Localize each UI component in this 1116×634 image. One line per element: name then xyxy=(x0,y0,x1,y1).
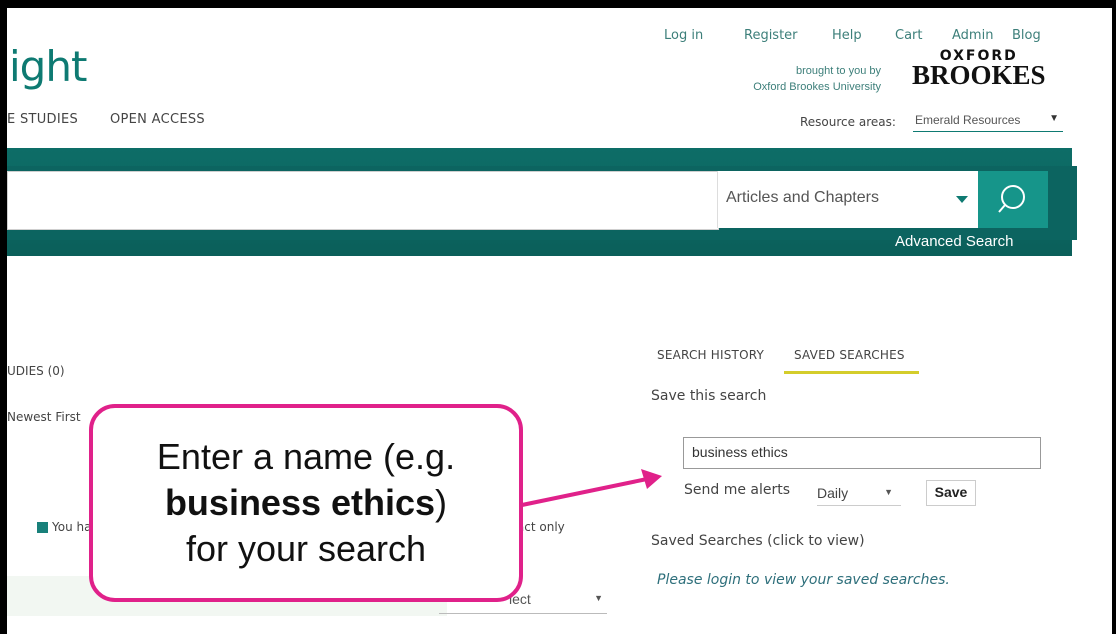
page: ight E STUDIES OPEN ACCESS Log in Regist… xyxy=(7,8,1112,634)
search-input[interactable] xyxy=(7,171,719,230)
access-legend-square xyxy=(37,522,48,533)
advanced-search-link[interactable]: Advanced Search xyxy=(895,233,1013,250)
access-legend-text: You ha xyxy=(52,520,92,534)
help-link[interactable]: Help xyxy=(832,28,862,43)
brought-to-you: brought to you by Oxford Brookes Univers… xyxy=(753,65,881,93)
chevron-down-icon: ▼ xyxy=(884,487,893,497)
save-button[interactable]: Save xyxy=(926,480,976,506)
oxford-brookes-logo: OXFORD BROOKES xyxy=(912,48,1046,90)
tab-saved-searches[interactable]: SAVED SEARCHES xyxy=(794,348,905,362)
callout-arrow-icon xyxy=(521,469,662,507)
instruction-callout: Enter a name (e.g. business ethics) for … xyxy=(89,404,523,602)
search-button[interactable] xyxy=(978,171,1048,228)
chevron-down-icon: ▼ xyxy=(594,593,603,603)
active-tab-underline xyxy=(784,371,919,374)
search-type-select[interactable]: Articles and Chapters xyxy=(717,171,978,228)
search-name-input[interactable]: business ethics xyxy=(683,437,1041,469)
site-logo[interactable]: ight xyxy=(9,42,87,91)
tab-search-history[interactable]: SEARCH HISTORY xyxy=(657,348,764,362)
saved-searches-heading: Saved Searches (click to view) xyxy=(651,533,865,549)
chevron-down-icon: ▼ xyxy=(1049,113,1059,124)
resource-areas-label: Resource areas: xyxy=(800,115,896,129)
send-alerts-label: Send me alerts xyxy=(684,482,791,498)
search-icon xyxy=(998,185,1025,213)
register-link[interactable]: Register xyxy=(744,28,798,43)
blog-link[interactable]: Blog xyxy=(1012,28,1041,43)
login-link[interactable]: Log in xyxy=(664,28,703,43)
nav-case-studies[interactable]: E STUDIES xyxy=(7,112,78,127)
caret-down-icon xyxy=(956,196,968,203)
login-prompt: Please login to view your saved searches… xyxy=(657,572,950,588)
sort-newest-first[interactable]: Newest First xyxy=(7,410,81,424)
case-studies-count[interactable]: UDIES (0) xyxy=(7,364,65,378)
alerts-frequency-select[interactable]: Daily ▼ xyxy=(817,483,901,506)
cart-link[interactable]: Cart xyxy=(895,28,923,43)
save-this-search-heading: Save this search xyxy=(651,388,767,404)
resource-areas-select[interactable]: Emerald Resources ▼ xyxy=(913,111,1063,132)
admin-link[interactable]: Admin xyxy=(952,28,993,43)
nav-open-access[interactable]: OPEN ACCESS xyxy=(110,112,205,127)
